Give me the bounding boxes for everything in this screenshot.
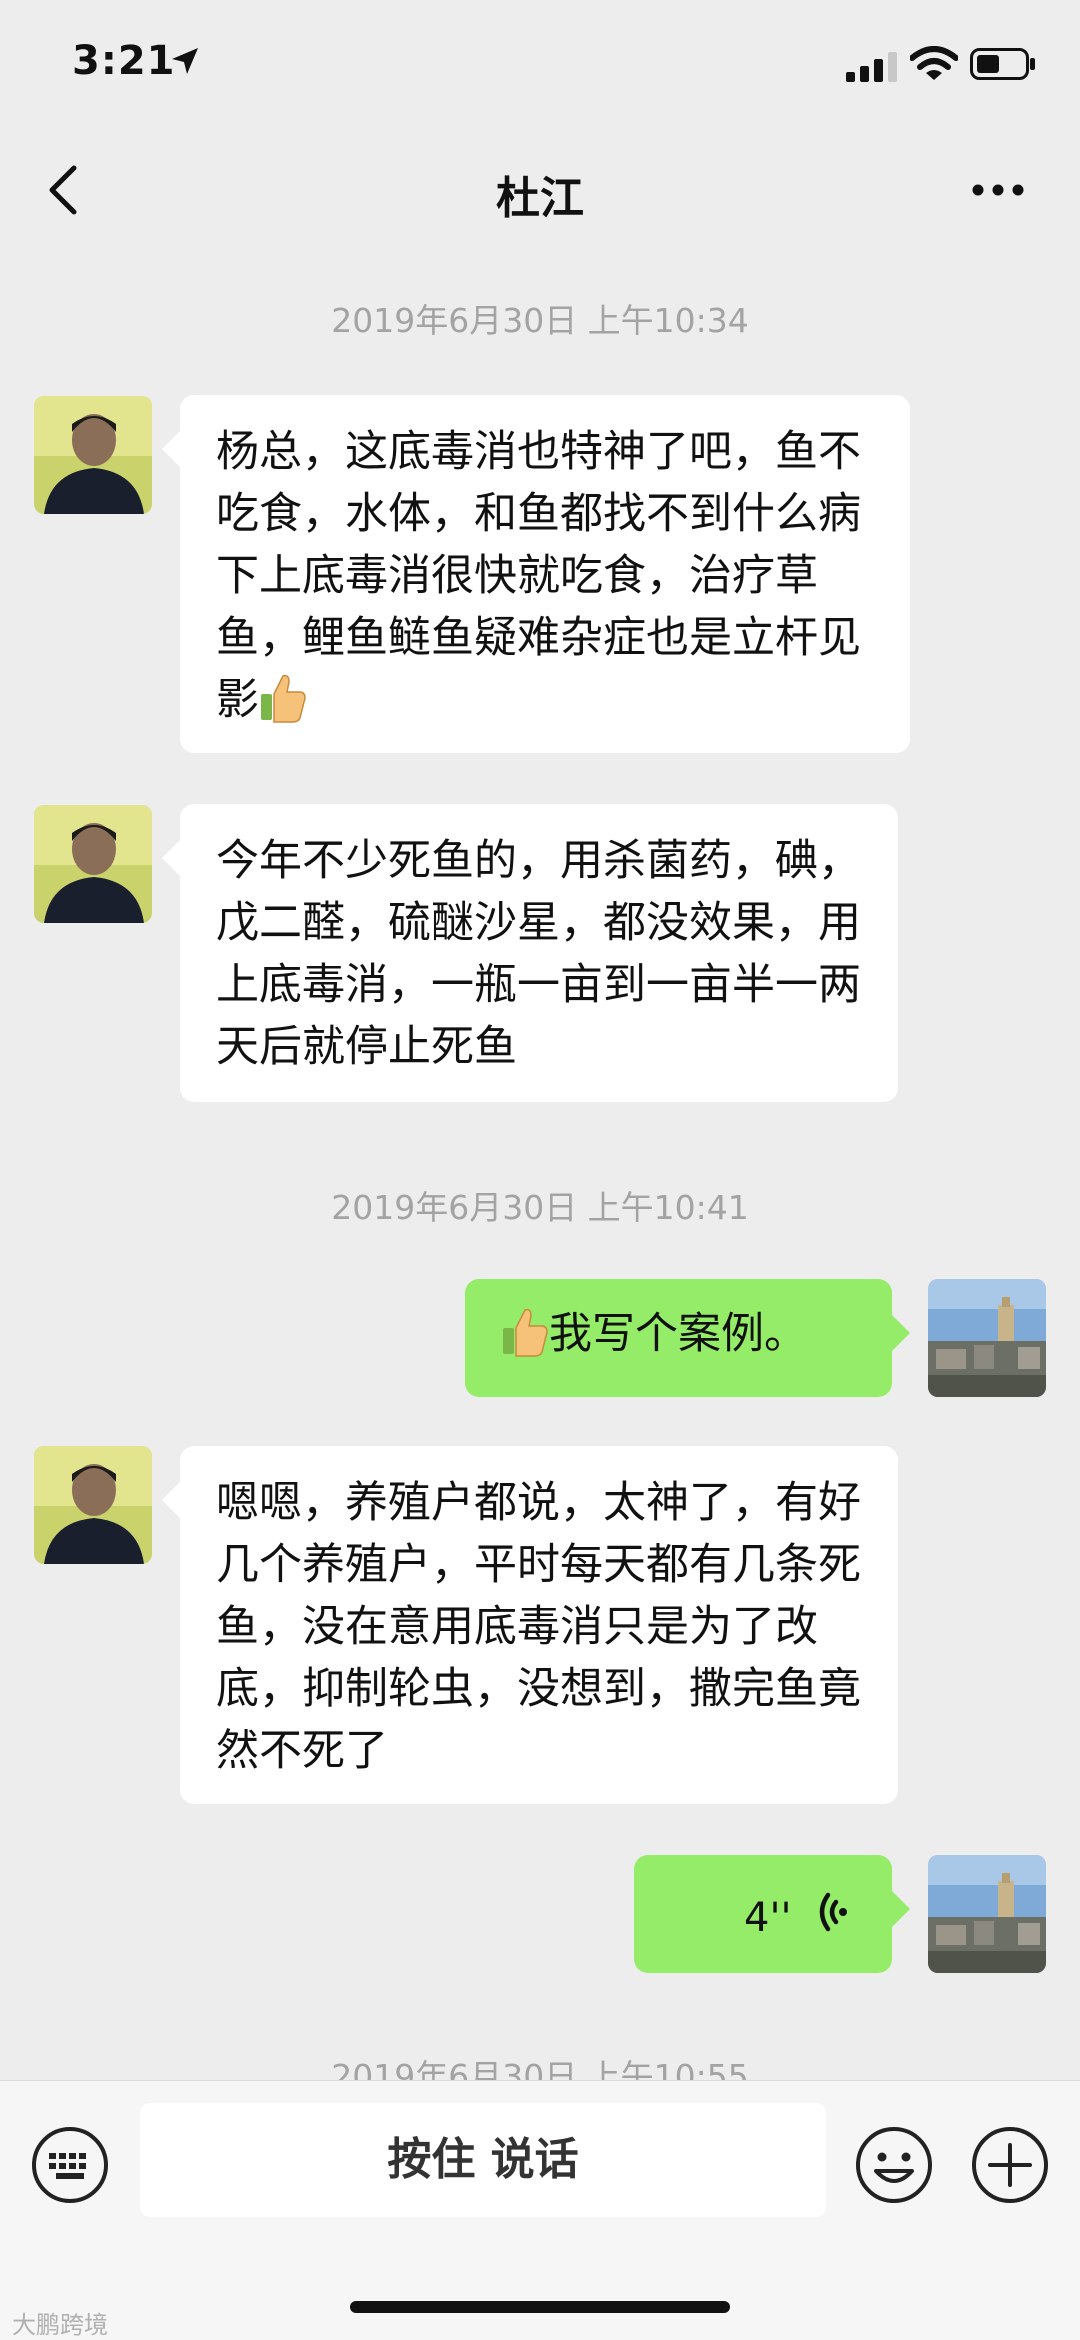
timestamp: 2019年6月30日 上午10:34: [331, 301, 749, 340]
voice-duration: 4'': [744, 1895, 792, 1941]
message-bubble[interactable]: 嗯嗯，养殖户都说，太神了，有好几个养殖户，平时每天都有几条死鱼，没在意用底毒消只…: [162, 1446, 898, 1804]
thumbs-up-icon: [503, 1308, 548, 1357]
location-arrow-icon: [172, 48, 198, 74]
hold-to-talk-button[interactable]: 按住 说话: [140, 2103, 826, 2217]
voice-wave-icon: [819, 1892, 847, 1932]
message-text: 今年不少死鱼的，用杀菌药，碘，戊二醛，硫醚沙星，都没效果，用上底毒消，一瓶一亩到…: [216, 836, 861, 1072]
avatar-self[interactable]: [928, 1279, 1046, 1397]
timestamp: 2019年6月30日 上午10:41: [331, 1188, 749, 1227]
status-time: 3:21: [72, 38, 176, 84]
keyboard-icon[interactable]: [30, 2125, 110, 2205]
thumbs-up-icon: [261, 674, 306, 723]
message-text: 杨总，这底毒消也特神了吧，鱼不吃食，水体，和鱼都找不到什么病 下上底毒消很快就吃…: [216, 427, 861, 725]
home-indicator: [350, 2301, 730, 2313]
message-bubble[interactable]: 今年不少死鱼的，用杀菌药，碘，戊二醛，硫醚沙星，都没效果，用上底毒消，一瓶一亩到…: [162, 804, 898, 1102]
chat-title: 杜江: [496, 173, 584, 224]
emoji-icon[interactable]: [854, 2125, 934, 2205]
watermark: 大鹏跨境: [12, 2311, 108, 2339]
avatar[interactable]: [34, 805, 152, 923]
message-text: 嗯嗯，养殖户都说，太神了，有好几个养殖户，平时每天都有几条死鱼，没在意用底毒消只…: [216, 1478, 861, 1776]
message-bubble-self[interactable]: 我写个案例。: [465, 1279, 910, 1397]
timestamp: 2019年6月30日 上午10:55: [331, 2057, 749, 2080]
message-text: 我写个案例。: [549, 1309, 807, 1359]
avatar[interactable]: [34, 1446, 152, 1564]
plus-icon[interactable]: [970, 2125, 1050, 2205]
nav-bar: 杜江: [0, 130, 1080, 250]
input-bar: 按住 说话 大鹏跨境: [0, 2080, 1080, 2340]
avatar[interactable]: [34, 396, 152, 514]
more-icon[interactable]: [968, 172, 1028, 208]
message-bubble[interactable]: 杨总，这底毒消也特神了吧，鱼不吃食，水体，和鱼都找不到什么病 下上底毒消很快就吃…: [162, 395, 910, 753]
status-bar: 3:21: [0, 0, 1080, 130]
battery-icon: [970, 48, 1035, 80]
wifi-icon: [910, 46, 958, 80]
signal-icon: [846, 52, 897, 82]
timestamp-partial: 2019年6月30日 上午10:55: [0, 2050, 1080, 2080]
avatar-self[interactable]: [928, 1855, 1046, 1973]
voice-message[interactable]: 4'': [634, 1855, 910, 1973]
